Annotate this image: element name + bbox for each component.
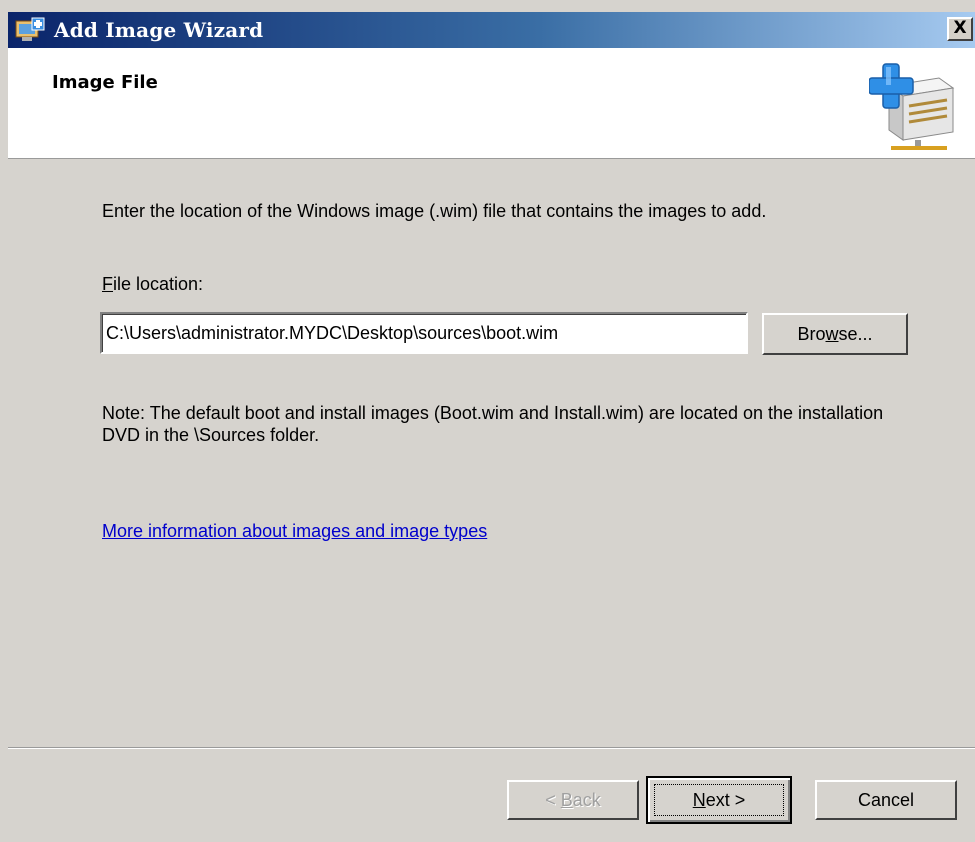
title-bar[interactable]: Add Image Wizard X bbox=[8, 12, 975, 48]
more-info-link[interactable]: More information about images and image … bbox=[102, 521, 487, 542]
file-location-label: File location: bbox=[102, 274, 203, 295]
add-image-wizard-window: Add Image Wizard X Image File Enter the … bbox=[0, 0, 975, 842]
file-label-accesskey: F bbox=[102, 274, 113, 294]
server-add-icon bbox=[869, 63, 955, 150]
browse-button[interactable]: Browse... bbox=[762, 313, 908, 355]
focus-rectangle bbox=[654, 784, 784, 816]
back-label-prefix: < bbox=[545, 790, 561, 810]
browse-accesskey: w bbox=[825, 324, 839, 344]
close-button[interactable]: X bbox=[947, 17, 973, 41]
wizard-app-icon bbox=[15, 17, 45, 41]
next-button[interactable]: Next > bbox=[646, 776, 792, 824]
browse-label-prefix: Bro bbox=[797, 324, 826, 344]
file-label-text: ile location: bbox=[113, 274, 204, 294]
back-label-suffix: ack bbox=[572, 790, 601, 810]
window-title: Add Image Wizard bbox=[54, 18, 264, 42]
wizard-header: Image File bbox=[8, 48, 975, 159]
back-button: < Back bbox=[507, 780, 639, 820]
instructions-text: Enter the location of the Windows image … bbox=[102, 201, 767, 221]
browse-label-suffix: se... bbox=[838, 324, 873, 344]
file-location-input[interactable] bbox=[100, 312, 748, 354]
cancel-button[interactable]: Cancel bbox=[815, 780, 957, 820]
back-accesskey: B bbox=[560, 790, 573, 810]
footer-divider bbox=[8, 747, 975, 749]
page-title: Image File bbox=[52, 72, 158, 93]
note-text: Note: The default boot and install image… bbox=[102, 403, 884, 445]
close-icon: X bbox=[953, 18, 967, 38]
